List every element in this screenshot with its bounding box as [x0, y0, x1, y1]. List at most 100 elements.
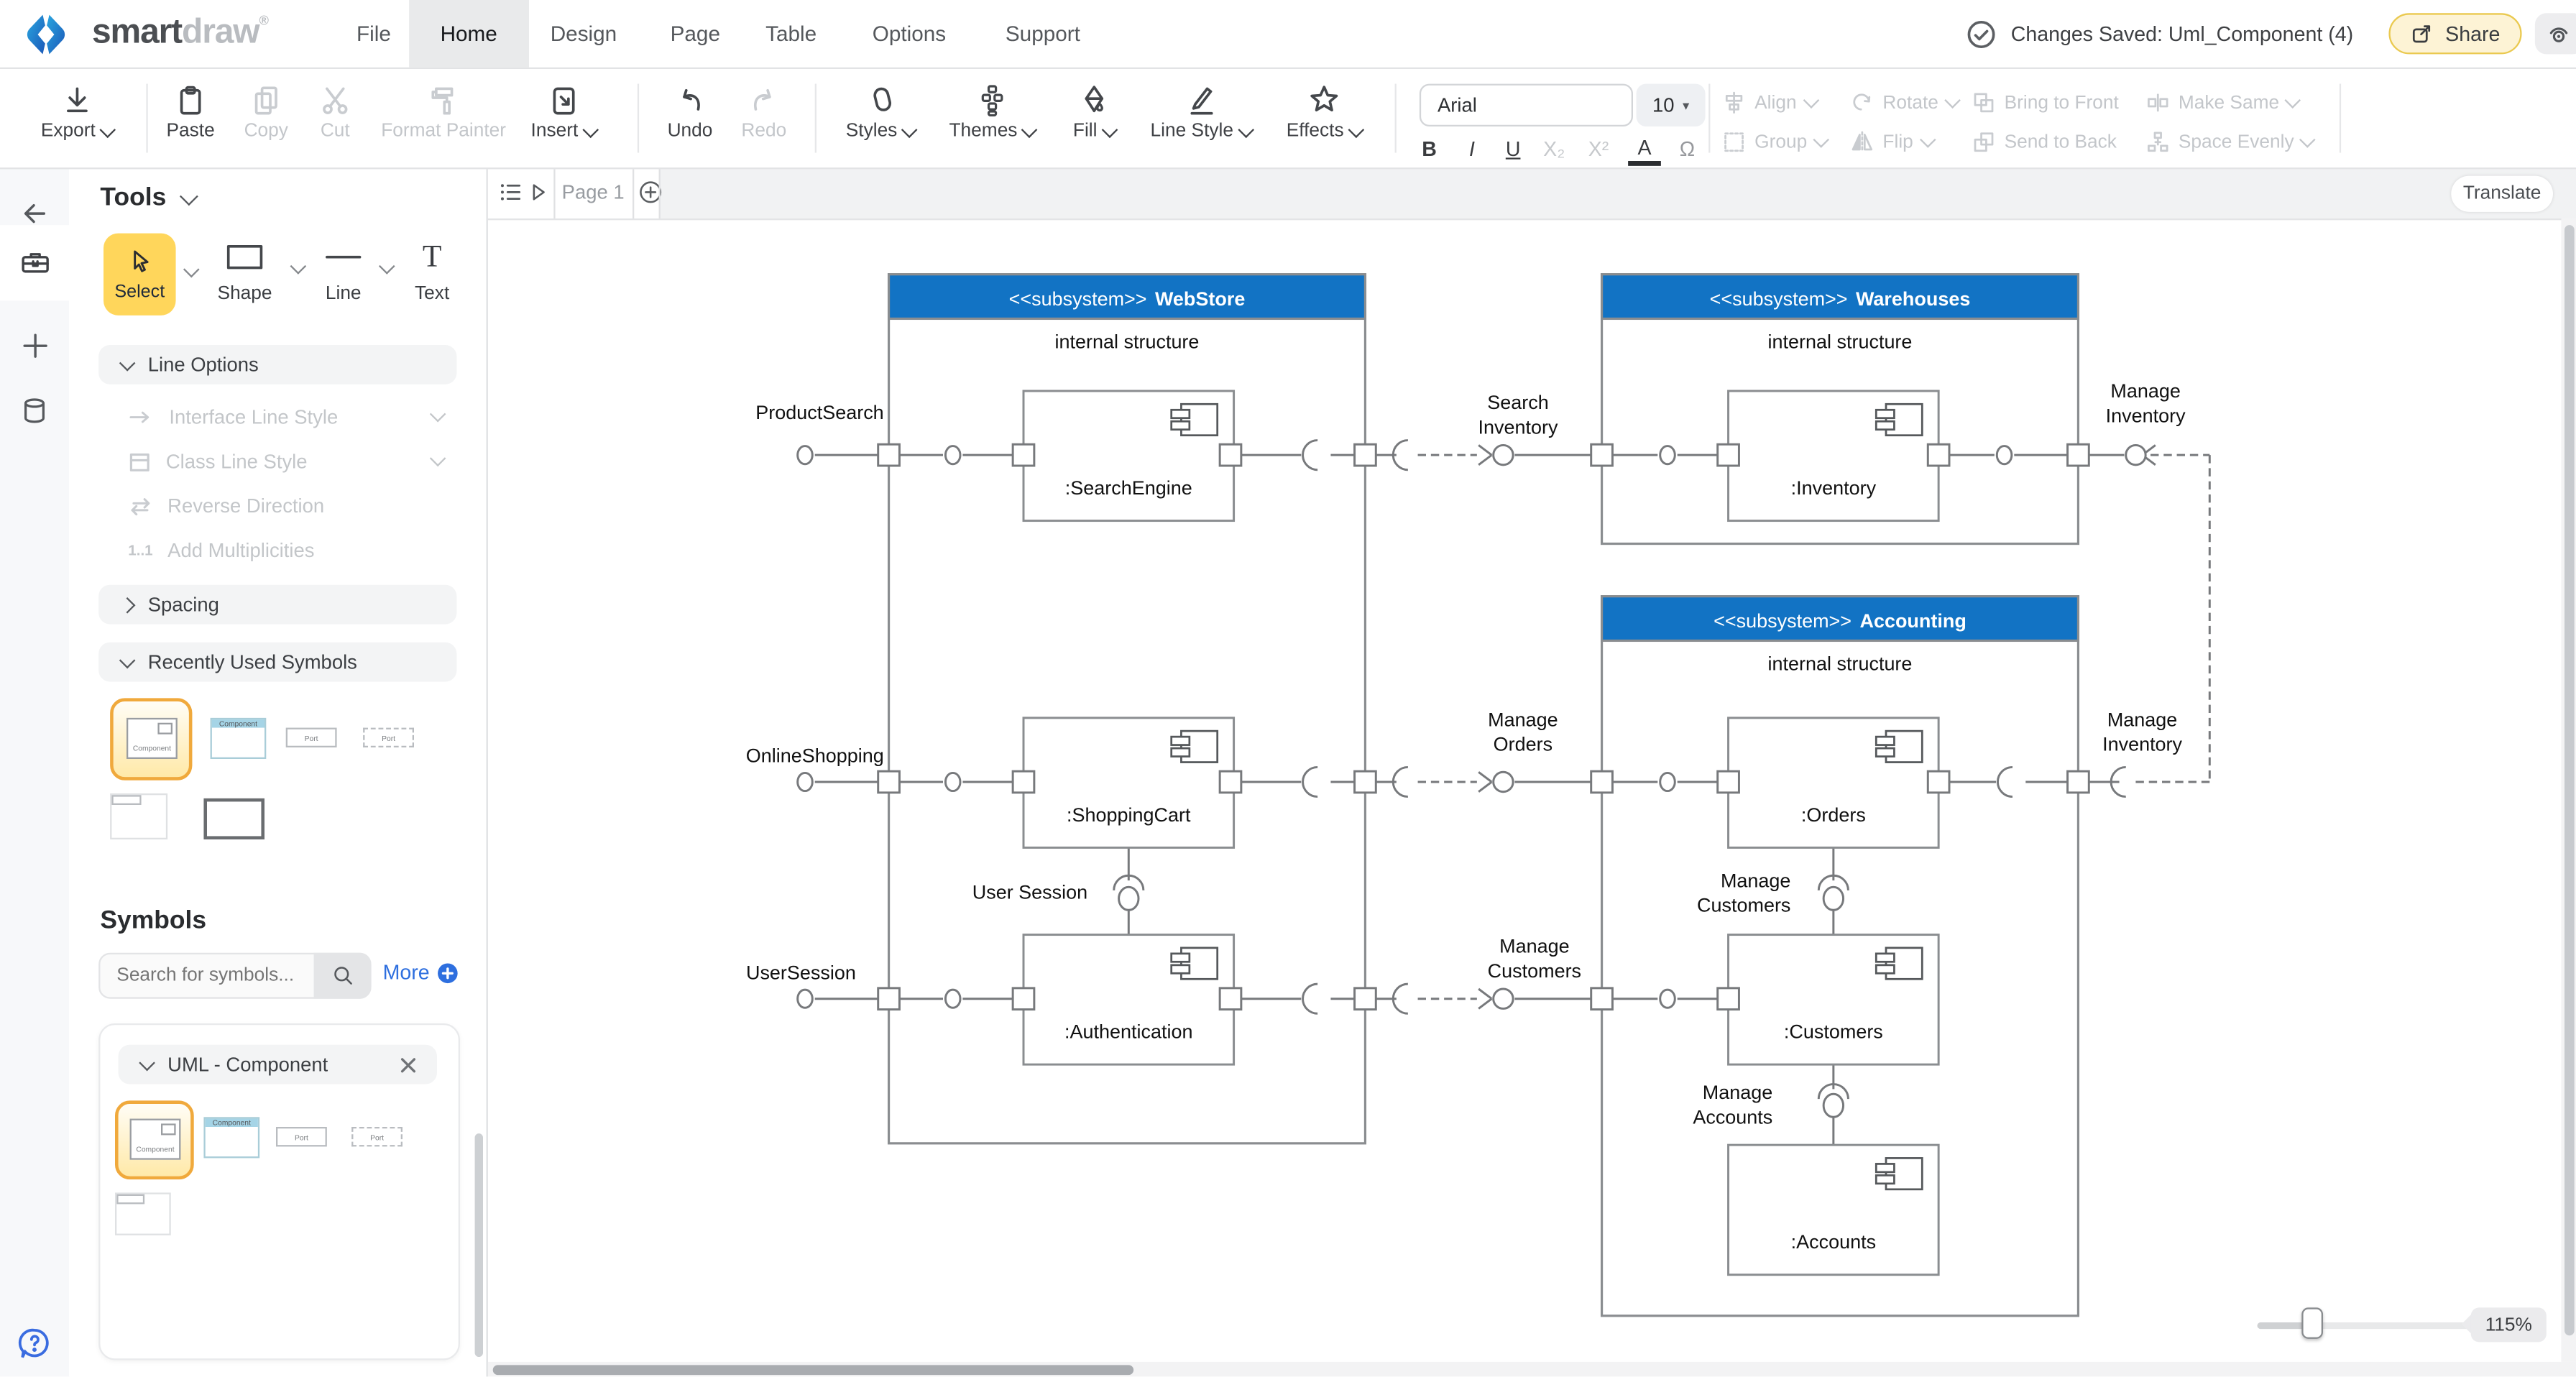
label-manage-inventory-top: ManageInventory: [2106, 380, 2186, 426]
vertical-scrollbar-thumb[interactable]: [2564, 225, 2574, 1335]
plus-icon: [17, 328, 52, 362]
view-eye-icon: [2545, 19, 2573, 47]
help-button[interactable]: [0, 1311, 69, 1376]
line-tool-button[interactable]: Line: [298, 243, 390, 304]
share-button[interactable]: Share: [2389, 13, 2521, 54]
page-list-icon[interactable]: [498, 179, 525, 206]
page-tab-bar: Page 1: [488, 167, 2576, 220]
recent-symbol-port-dashed[interactable]: Port: [363, 728, 414, 747]
more-symbols-link[interactable]: More: [383, 961, 459, 984]
rail-add-tab[interactable]: [0, 312, 69, 377]
component-shoppingcart[interactable]: [1024, 718, 1234, 848]
component-orders[interactable]: [1729, 718, 1939, 848]
redo-button[interactable]: Redo: [712, 80, 816, 142]
italic-button[interactable]: I: [1455, 138, 1489, 161]
component-inventory[interactable]: [1729, 391, 1939, 521]
menu-support[interactable]: Support: [983, 0, 1103, 68]
zoom-slider-handle[interactable]: [2301, 1307, 2323, 1338]
format-painter-button[interactable]: Format Painter: [358, 80, 529, 142]
component-customers[interactable]: [1729, 935, 1939, 1065]
fill-button[interactable]: Fill: [1041, 80, 1146, 142]
class-line-style-item[interactable]: Class Line Style: [128, 445, 307, 478]
save-status: Changes Saved: Uml_Component (4): [2011, 22, 2353, 45]
label-orders: :Orders: [1801, 804, 1866, 826]
symbol-frame[interactable]: [115, 1192, 171, 1235]
diagram-canvas[interactable]: <<subsystem>>WebStore internal structure…: [488, 218, 2559, 1349]
menu-options[interactable]: Options: [850, 0, 969, 68]
label-manage-customers-row: ManageCustomers: [1488, 936, 1581, 982]
line-style-button[interactable]: Line Style: [1135, 80, 1266, 142]
menu-file[interactable]: File: [334, 0, 414, 68]
font-name-input[interactable]: [1420, 84, 1633, 126]
insert-button[interactable]: Insert: [511, 80, 616, 142]
svg-text:<<subsystem>>WebStore: <<subsystem>>WebStore: [1009, 288, 1246, 310]
recent-symbol-rectangle[interactable]: [203, 798, 264, 839]
bring-to-front-button[interactable]: Bring to Front: [1972, 91, 2119, 115]
section-line-options[interactable]: Line Options: [98, 345, 456, 384]
select-tool-button[interactable]: Select: [104, 234, 176, 316]
panel-scrollbar[interactable]: [475, 1133, 483, 1357]
group-button[interactable]: Group: [1721, 130, 1826, 155]
interface-line-style-item[interactable]: Interface Line Style: [128, 401, 338, 434]
text-tool-button[interactable]: T Text: [386, 243, 478, 304]
symbol-port[interactable]: Port: [276, 1127, 327, 1146]
close-icon[interactable]: [399, 1056, 417, 1074]
symbol-component-selected[interactable]: Component: [115, 1100, 194, 1179]
label-search-inventory: SearchInventory: [1478, 392, 1558, 438]
superscript-button[interactable]: X²: [1582, 138, 1615, 161]
zoom-slider-track[interactable]: [2258, 1322, 2471, 1329]
menu-design[interactable]: Design: [528, 0, 640, 68]
send-to-back-button[interactable]: Send to Back: [1972, 130, 2117, 155]
horizontal-scrollbar-thumb[interactable]: [493, 1364, 1133, 1374]
rail-tools-tab[interactable]: [0, 225, 69, 300]
shape-tool-button[interactable]: Shape: [199, 243, 291, 304]
section-spacing[interactable]: Spacing: [98, 585, 456, 625]
top-menu-bar: smartdraw® File Home Design Page Table O…: [0, 0, 2576, 69]
symbol-port-dashed[interactable]: Port: [351, 1127, 402, 1146]
font-color-button[interactable]: A: [1628, 137, 1661, 166]
space-evenly-button[interactable]: Space Evenly: [2145, 130, 2314, 155]
make-same-button[interactable]: Make Same: [2145, 91, 2299, 115]
component-authentication[interactable]: [1024, 935, 1234, 1065]
section-recently-used[interactable]: Recently Used Symbols: [98, 643, 456, 682]
tools-panel-title[interactable]: Tools: [100, 184, 196, 213]
effects-button[interactable]: Effects: [1266, 80, 1381, 142]
symbol-component2[interactable]: Component: [203, 1117, 259, 1158]
flip-button[interactable]: Flip: [1850, 130, 1933, 155]
label-inventory: :Inventory: [1791, 477, 1877, 499]
special-character-button[interactable]: Ω: [1671, 138, 1704, 161]
translate-button[interactable]: Translate: [2451, 176, 2553, 212]
styles-button[interactable]: Styles: [823, 80, 938, 142]
rotate-button[interactable]: Rotate: [1850, 91, 1959, 115]
rail-data-tab[interactable]: [0, 378, 69, 443]
menu-table[interactable]: Table: [742, 0, 840, 68]
font-size-select[interactable]: 10▾: [1637, 84, 1706, 126]
recent-symbol-component2[interactable]: Component: [211, 718, 267, 759]
symbol-group-header[interactable]: UML - Component: [119, 1045, 437, 1084]
reverse-direction-item[interactable]: Reverse Direction: [128, 489, 324, 522]
export-button[interactable]: Export: [24, 80, 129, 142]
collapse-panel-icon[interactable]: [529, 183, 548, 202]
view-eye-button[interactable]: [2534, 13, 2576, 54]
component-searchengine[interactable]: [1024, 391, 1234, 521]
subscript-button[interactable]: X₂: [1537, 138, 1570, 161]
menu-home[interactable]: Home: [409, 0, 528, 68]
vertical-scrollbar[interactable]: [2561, 218, 2576, 1362]
align-button[interactable]: Align: [1721, 91, 1816, 115]
themes-button[interactable]: Themes: [935, 80, 1050, 142]
recent-symbol-port[interactable]: Port: [286, 728, 337, 747]
bold-button[interactable]: B: [1413, 138, 1446, 161]
smartdraw-logo[interactable]: smartdraw®: [92, 13, 268, 52]
horizontal-scrollbar[interactable]: [488, 1362, 2576, 1377]
accounting-internal-label: internal structure: [1768, 653, 1913, 675]
symbol-search-button[interactable]: [314, 953, 372, 999]
component-accounts[interactable]: [1729, 1145, 1939, 1275]
underline-button[interactable]: U: [1496, 138, 1530, 161]
symbol-search-input[interactable]: [100, 954, 323, 997]
add-multiplicities-item[interactable]: 1..1 Add Multiplicities: [128, 534, 314, 567]
tab-page-1[interactable]: Page 1: [553, 167, 632, 218]
menu-page[interactable]: Page: [648, 0, 743, 68]
svg-text:<<subsystem>>Accounting: <<subsystem>>Accounting: [1714, 610, 1966, 632]
recent-symbol-component-selected[interactable]: Component: [110, 698, 192, 780]
recent-symbol-frame[interactable]: [110, 793, 167, 839]
